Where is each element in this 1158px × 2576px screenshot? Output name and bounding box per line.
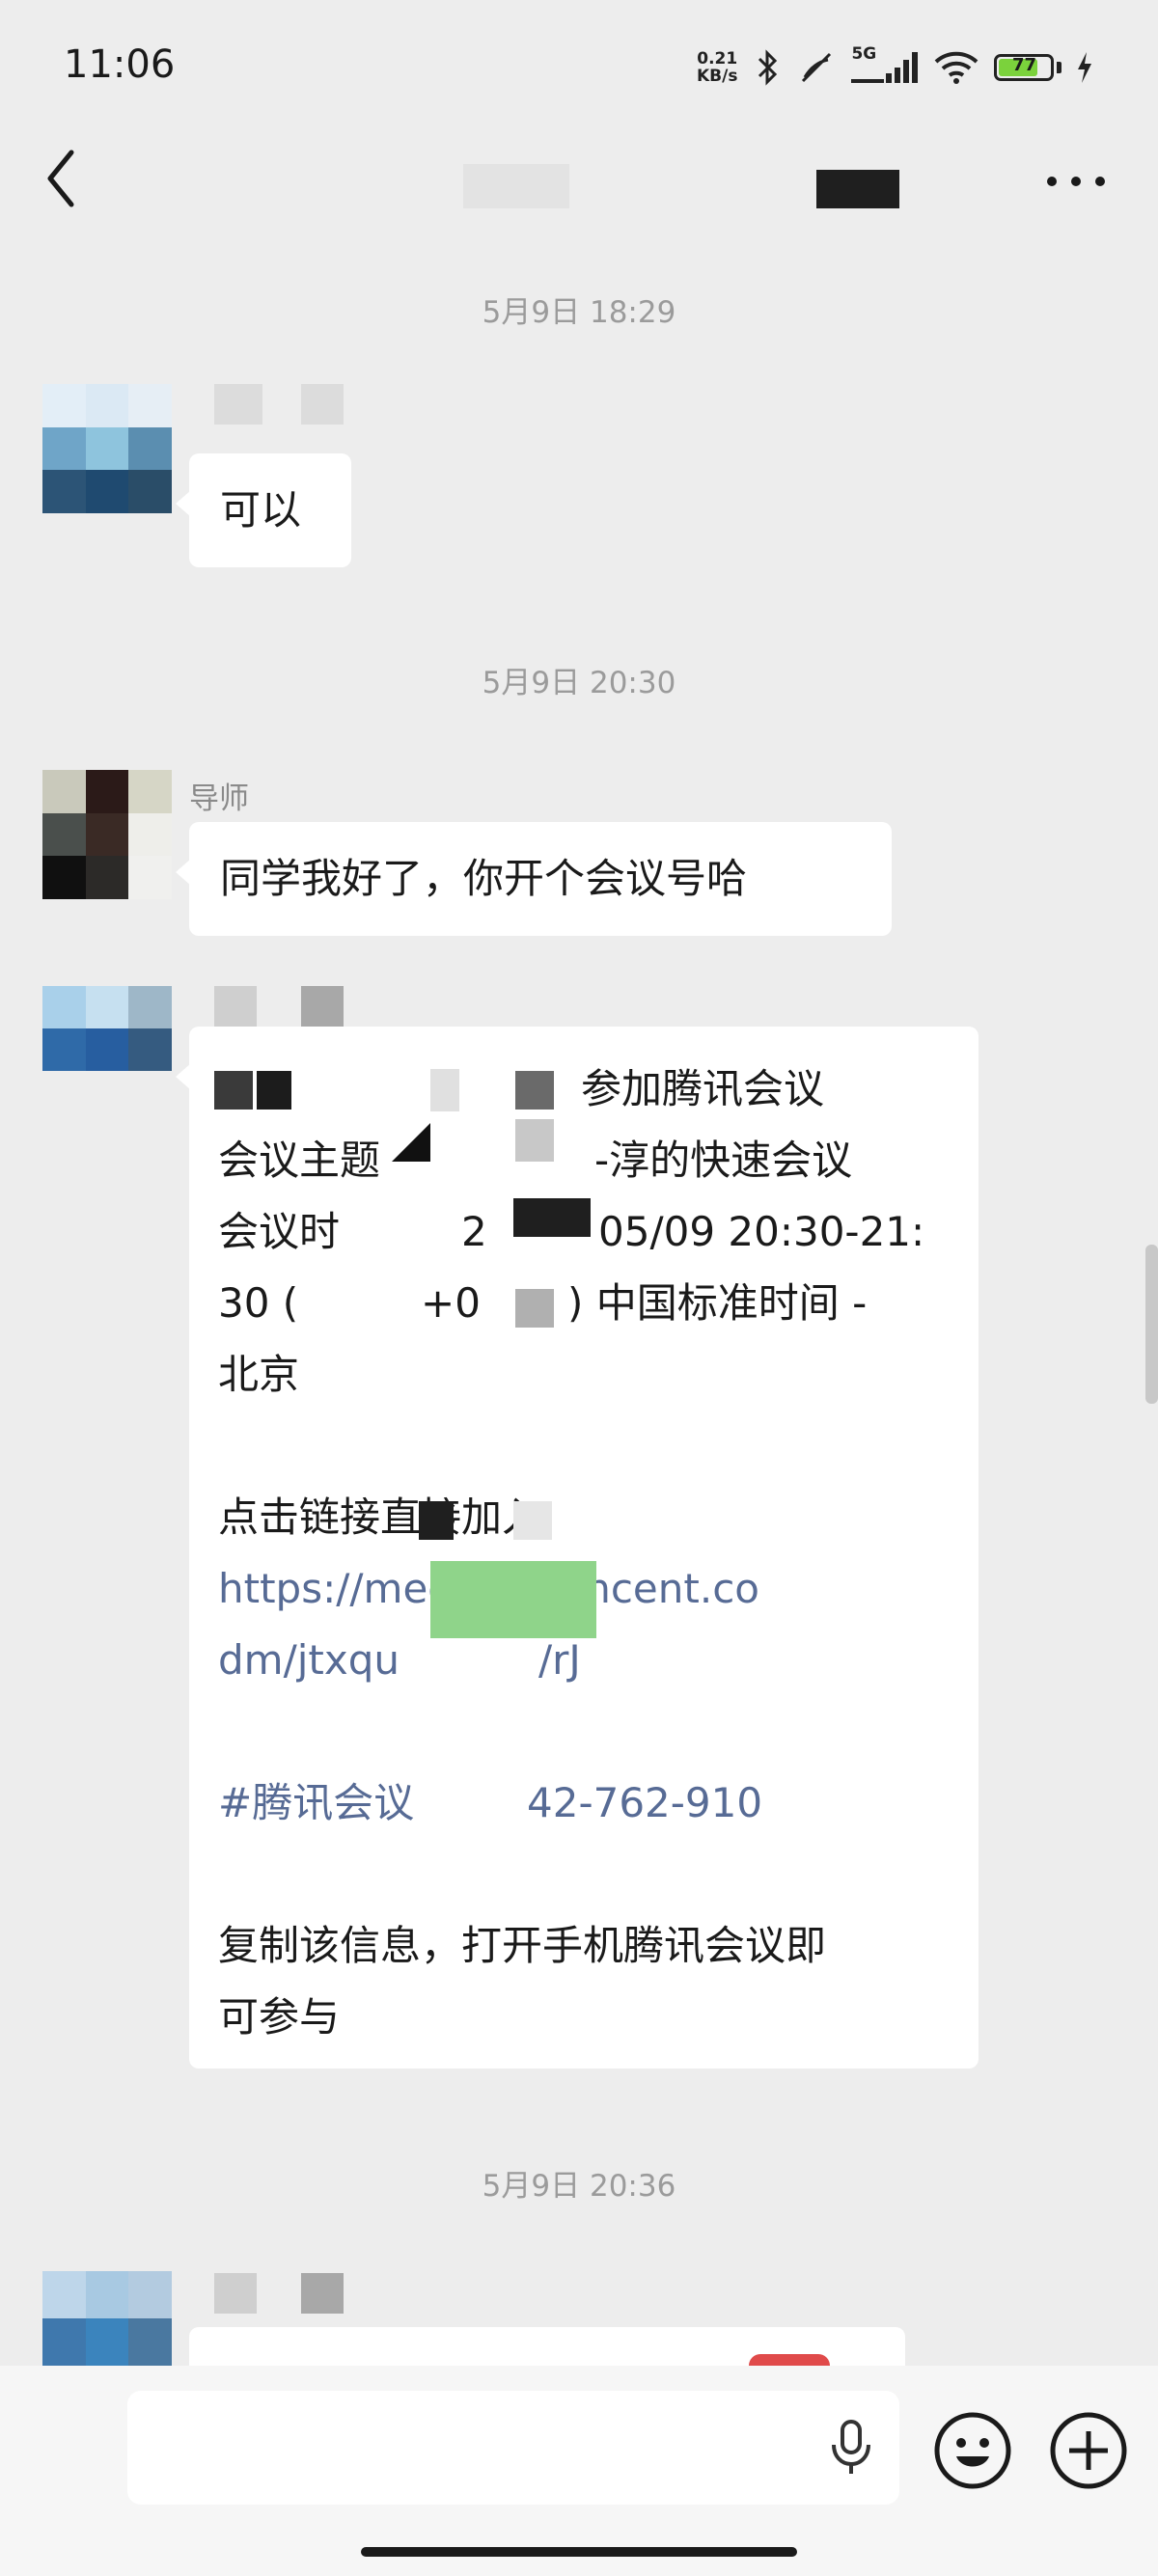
status-icons: 0.21 KB/s 5G 77: [697, 44, 1102, 89]
invite-line: ) 中国标准时间 -: [567, 1279, 868, 1327]
sender-name-redacted: [301, 2273, 344, 2314]
meeting-number[interactable]: 42-762-910: [527, 1768, 762, 1839]
sender-name-redacted: [214, 2273, 257, 2314]
battery-level: 77: [1011, 55, 1036, 75]
red-sticker: [749, 2354, 830, 2366]
invite-line: 参加腾讯会议: [581, 1065, 825, 1112]
sender-name-redacted: [301, 986, 344, 1028]
more-icon[interactable]: [1042, 162, 1110, 201]
invite-line: 点击链接直接加入: [218, 1494, 543, 1541]
battery-icon: 77: [994, 54, 1055, 81]
redaction: [392, 1123, 430, 1162]
bluetooth-icon: [758, 49, 778, 86]
plus-icon[interactable]: [1048, 2410, 1129, 2491]
meeting-link[interactable]: dm/jtxqu: [218, 1625, 400, 1696]
sender-name-redacted: [214, 384, 262, 425]
sender-name-redacted: [301, 384, 344, 425]
invite-line: 会议主题: [218, 1137, 381, 1184]
message-text: 同学我好了，你开个会议号哈: [220, 855, 748, 902]
meeting-invite-bubble[interactable]: 参加腾讯会议 会议主题 -淳的快速会议 会议时 2 05/09 20:30-21…: [176, 1027, 979, 2069]
network-speed-unit: KB/s: [697, 67, 738, 86]
redaction: [419, 1501, 454, 1540]
invite-line: -淳的快速会议: [594, 1137, 853, 1184]
network-speed: 0.21 KB/s: [697, 50, 737, 85]
chat-title-redacted: [463, 164, 569, 208]
invite-line: 会议时: [218, 1208, 341, 1255]
invite-line: 可参与: [218, 1993, 341, 2041]
chat-title-redacted-block: [816, 170, 899, 208]
message-bubble[interactable]: 可以: [176, 453, 351, 567]
battery-tip: [1057, 62, 1062, 73]
invite-line: 2: [461, 1208, 487, 1255]
home-indicator[interactable]: [361, 2547, 797, 2557]
sender-name: 导师: [189, 781, 249, 816]
meeting-link[interactable]: /rJ: [538, 1625, 581, 1696]
invite-line: 复制该信息，打开手机腾讯会议即: [218, 1922, 827, 1969]
network-speed-value: 0.21: [697, 49, 738, 69]
charging-icon: [1078, 52, 1092, 83]
invite-line: +0: [421, 1279, 481, 1327]
meeting-hashtag[interactable]: #腾讯会议: [218, 1768, 414, 1839]
scroll-indicator[interactable]: [1145, 1245, 1158, 1404]
signal-icon: 5G: [849, 44, 919, 87]
timestamp: 5月9日 20:30: [482, 666, 676, 700]
redaction: [515, 1071, 554, 1110]
redaction: [257, 1071, 291, 1110]
avatar[interactable]: [42, 2271, 172, 2366]
redaction: [513, 1198, 591, 1237]
redaction: [430, 1069, 459, 1111]
avatar[interactable]: [42, 986, 172, 1071]
timestamp: 5月9日 20:36: [482, 2169, 676, 2204]
emoji-icon[interactable]: [932, 2410, 1013, 2491]
timestamp: 5月9日 18:29: [482, 295, 676, 330]
microphone-icon[interactable]: [828, 2418, 874, 2478]
invite-line: 30 (: [218, 1279, 299, 1327]
invite-line: 北京: [218, 1351, 300, 1398]
avatar[interactable]: [42, 384, 172, 513]
chevron-left-icon[interactable]: [42, 145, 81, 212]
wifi-icon: [935, 51, 979, 84]
redaction: [214, 1071, 253, 1110]
message-input[interactable]: [127, 2391, 899, 2505]
redaction: [513, 1501, 552, 1540]
avatar[interactable]: [42, 770, 172, 899]
redaction: [515, 1289, 554, 1328]
message-bubble[interactable]: 同学我好了，你开个会议号哈: [176, 822, 892, 936]
message-text: 可以: [220, 486, 302, 534]
invite-line: 05/09 20:30-21:: [598, 1208, 925, 1255]
redaction: [515, 1119, 554, 1162]
no-sim-icon: [802, 52, 832, 83]
sender-name-redacted: [214, 986, 257, 1028]
status-time: 11:06: [64, 42, 176, 87]
